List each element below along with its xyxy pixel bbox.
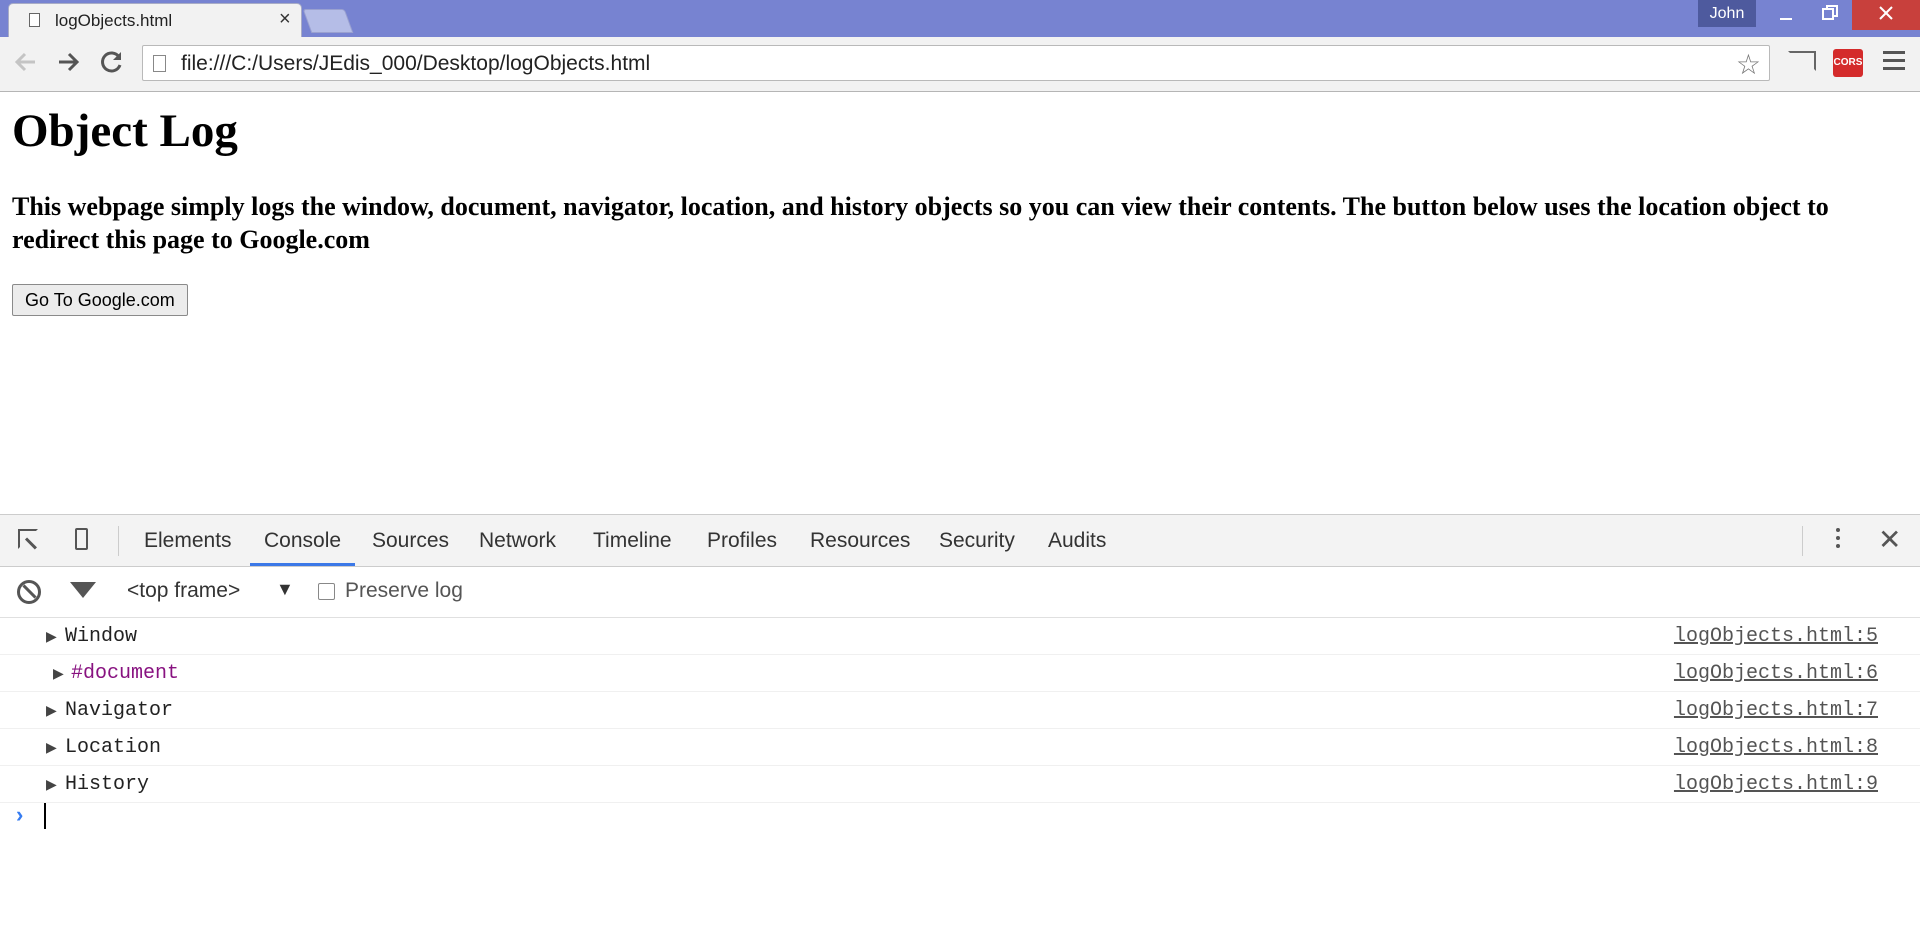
- source-link[interactable]: logObjects.html:6: [1674, 662, 1878, 685]
- new-tab-button[interactable]: [302, 9, 354, 33]
- page-description: This webpage simply logs the window, doc…: [12, 192, 1829, 254]
- expand-triangle-icon[interactable]: ▶: [46, 739, 57, 756]
- logged-object[interactable]: History: [65, 773, 149, 796]
- preserve-log-label: Preserve log: [345, 579, 463, 602]
- page-icon: [29, 13, 40, 27]
- tab-security[interactable]: Security: [939, 515, 1015, 566]
- reload-button[interactable]: [97, 49, 127, 82]
- tab-profiles[interactable]: Profiles: [707, 515, 777, 566]
- restore-button[interactable]: [1808, 0, 1852, 30]
- devtools-panel: Elements Console Sources Network Timelin…: [0, 514, 1920, 925]
- expand-triangle-icon[interactable]: ▶: [46, 702, 57, 719]
- console-messages: ▶ Window logObjects.html:5 ▶ #document l…: [0, 618, 1920, 803]
- source-link[interactable]: logObjects.html:5: [1674, 625, 1878, 648]
- divider: [1802, 526, 1803, 556]
- tab-audits[interactable]: Audits: [1048, 515, 1106, 566]
- cast-icon[interactable]: [1788, 51, 1816, 71]
- frame-selector[interactable]: <top frame>: [127, 579, 240, 603]
- window-close-button[interactable]: [1852, 0, 1920, 30]
- dropdown-arrow-icon[interactable]: ▼: [276, 579, 294, 600]
- back-button[interactable]: [11, 49, 41, 82]
- logged-object[interactable]: Window: [65, 625, 137, 648]
- source-link[interactable]: logObjects.html:7: [1674, 699, 1878, 722]
- device-mode-icon[interactable]: [75, 528, 88, 550]
- logged-object[interactable]: Navigator: [65, 699, 173, 722]
- console-entry[interactable]: ▶ Window logObjects.html:5: [0, 618, 1920, 655]
- browser-toolbar: file:///C:/Users/JEdis_000/Desktop/logOb…: [0, 37, 1920, 92]
- console-toolbar: <top frame> ▼ Preserve log: [0, 567, 1920, 618]
- go-to-google-button[interactable]: Go To Google.com: [12, 284, 188, 316]
- filter-icon[interactable]: [70, 582, 96, 598]
- logged-object[interactable]: #document: [71, 662, 179, 685]
- tab-network[interactable]: Network: [479, 515, 556, 566]
- browser-tab[interactable]: logObjects.html ×: [8, 3, 302, 38]
- page-title: Object Log: [12, 105, 238, 157]
- user-profile-button[interactable]: John: [1698, 0, 1756, 27]
- tab-elements[interactable]: Elements: [144, 515, 232, 566]
- source-link[interactable]: logObjects.html:9: [1674, 773, 1878, 796]
- minimize-button[interactable]: [1764, 0, 1808, 30]
- tab-sources[interactable]: Sources: [372, 515, 449, 566]
- more-options-icon[interactable]: [1836, 528, 1840, 552]
- divider: [118, 526, 119, 556]
- console-entry[interactable]: ▶ Navigator logObjects.html:7: [0, 692, 1920, 729]
- source-link[interactable]: logObjects.html:8: [1674, 736, 1878, 759]
- page-content: Object Log This webpage simply logs the …: [0, 92, 1920, 514]
- console-input[interactable]: [44, 803, 46, 829]
- title-bar: logObjects.html × John: [0, 0, 1920, 38]
- tab-timeline[interactable]: Timeline: [593, 515, 672, 566]
- cors-extension-icon[interactable]: CORS: [1833, 49, 1863, 77]
- inspect-element-icon[interactable]: [18, 529, 38, 549]
- page-icon: [153, 55, 166, 72]
- clear-console-icon[interactable]: [17, 580, 41, 604]
- console-entry[interactable]: ▶ #document logObjects.html:6: [0, 655, 1920, 692]
- logged-object[interactable]: Location: [65, 736, 161, 759]
- console-prompt-icon: ›: [16, 802, 24, 827]
- forward-button[interactable]: [53, 49, 83, 82]
- preserve-log-checkbox[interactable]: [318, 583, 335, 600]
- close-devtools-icon[interactable]: ✕: [1878, 523, 1901, 556]
- close-tab-icon[interactable]: ×: [279, 8, 291, 31]
- tab-title: logObjects.html: [55, 11, 173, 30]
- tab-console[interactable]: Console: [250, 515, 356, 566]
- console-entry[interactable]: ▶ History logObjects.html:9: [0, 766, 1920, 803]
- address-bar[interactable]: file:///C:/Users/JEdis_000/Desktop/logOb…: [142, 45, 1770, 81]
- bookmark-star-icon[interactable]: ☆: [1736, 48, 1761, 81]
- devtools-tab-bar: Elements Console Sources Network Timelin…: [0, 515, 1920, 567]
- console-entry[interactable]: ▶ Location logObjects.html:8: [0, 729, 1920, 766]
- tab-resources[interactable]: Resources: [810, 515, 910, 566]
- expand-triangle-icon[interactable]: ▶: [53, 665, 64, 682]
- url-text[interactable]: file:///C:/Users/JEdis_000/Desktop/logOb…: [181, 52, 650, 76]
- menu-icon[interactable]: [1883, 51, 1905, 75]
- expand-triangle-icon[interactable]: ▶: [46, 628, 57, 645]
- expand-triangle-icon[interactable]: ▶: [46, 776, 57, 793]
